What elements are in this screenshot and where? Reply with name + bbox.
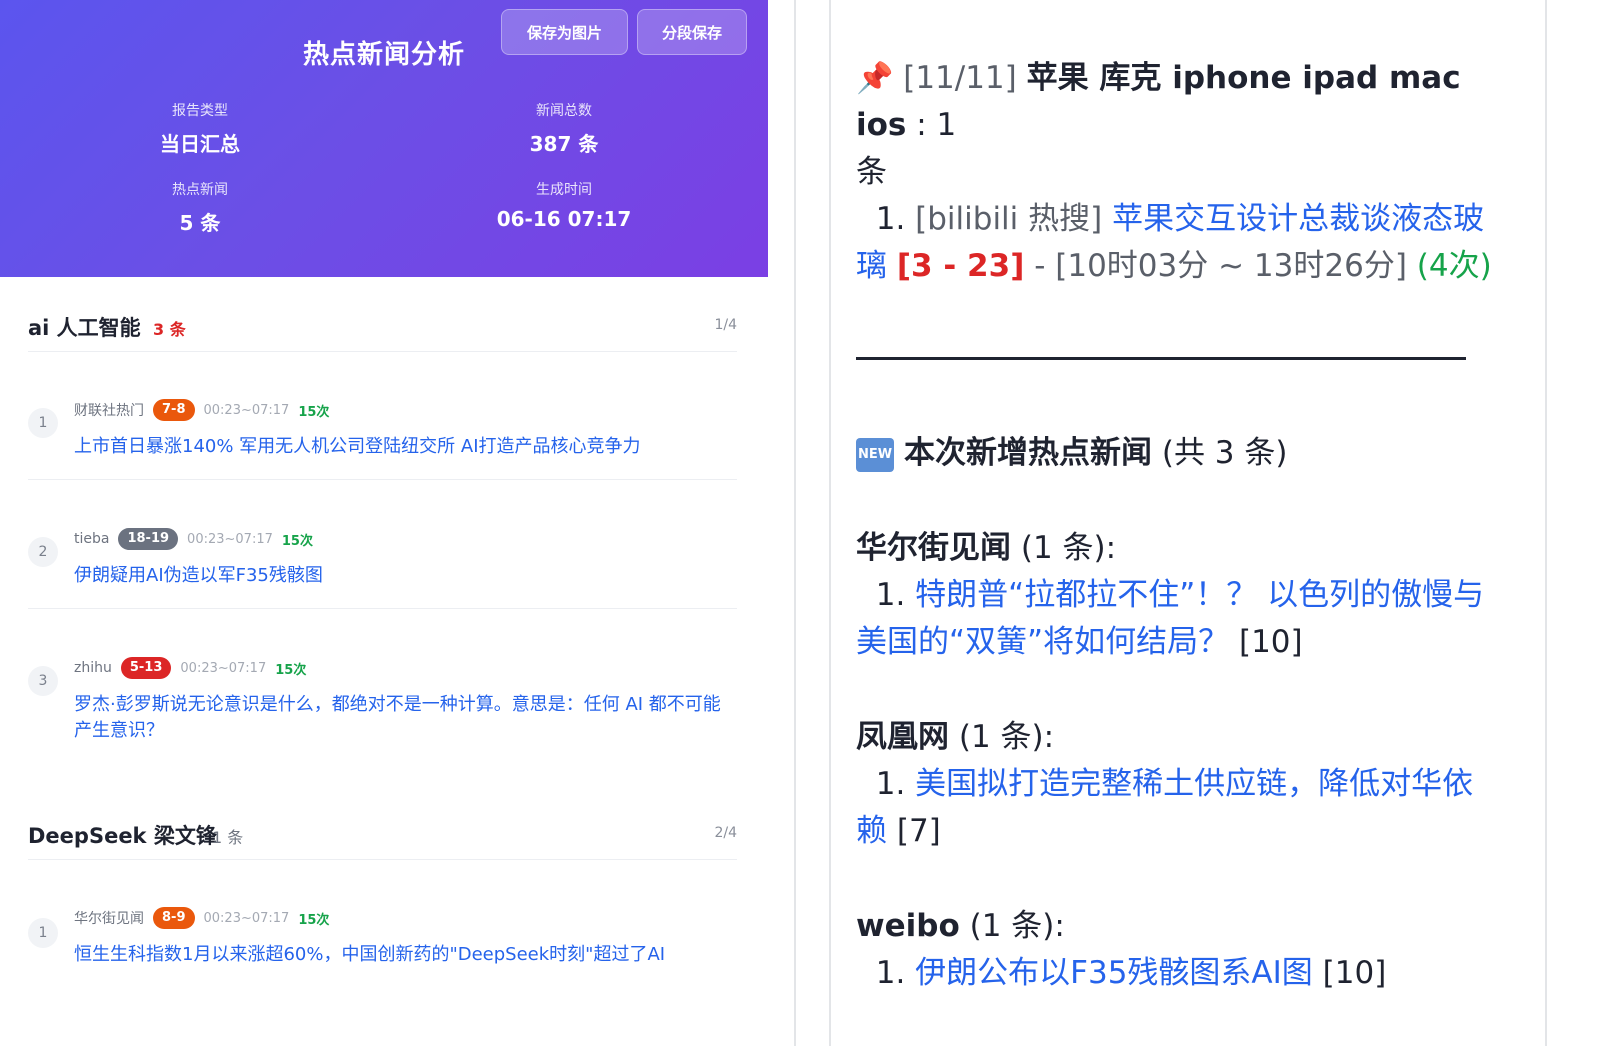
entry-number: 1. bbox=[875, 201, 906, 237]
appear-count: 15次 bbox=[281, 533, 313, 549]
entry-number: 1. bbox=[875, 955, 906, 991]
keyword-index: [11/11] bbox=[903, 60, 1017, 96]
news-source: zhihu bbox=[74, 660, 112, 676]
stat-report-type: 报告类型 当日汇总 bbox=[100, 100, 300, 157]
group-count: 3 条 bbox=[153, 320, 186, 339]
news-source: tieba bbox=[74, 531, 110, 547]
keyword-count: : 1 bbox=[906, 107, 957, 143]
entry-number: 1. bbox=[875, 577, 906, 613]
time-range: 00:23~07:17 bbox=[187, 531, 273, 547]
source-name: 凤凰网 bbox=[856, 719, 949, 755]
new-icon: NEW bbox=[856, 437, 894, 472]
rank-range-badge: 7-8 bbox=[153, 399, 195, 421]
appear-count: 15次 bbox=[298, 404, 330, 420]
news-meta: zhihu 5-13 00:23~07:17 15次 bbox=[74, 656, 306, 680]
source-count: (1 条): bbox=[1020, 530, 1117, 566]
stat-label: 热点新闻 bbox=[172, 182, 228, 198]
news-item[interactable]: 2 tieba 18-19 00:23~07:17 15次 伊朗疑用AI伪造以军… bbox=[28, 527, 737, 609]
save-segments-button[interactable]: 分段保存 bbox=[637, 9, 747, 55]
entry-source: [bilibili 热搜] bbox=[915, 201, 1103, 237]
news-source: 华尔街见闻 bbox=[74, 911, 144, 927]
stat-label: 新闻总数 bbox=[536, 103, 592, 119]
entry-number: 1. bbox=[875, 766, 906, 802]
source-block: weibo (1 条): 1. 伊朗公布以F35残骸图系AI图 [10] bbox=[856, 903, 1496, 997]
panel-divider bbox=[794, 0, 796, 1046]
group-page: 2/4 bbox=[714, 825, 737, 841]
stat-value: 387 条 bbox=[529, 132, 599, 156]
panel-divider bbox=[829, 0, 831, 1046]
source-block: 华尔街见闻 (1 条): 1. 特朗普“拉都拉不住”！？ 以色列的傲慢与 美国的… bbox=[856, 525, 1496, 666]
report-header: 热点新闻分析 保存为图片 分段保存 报告类型 当日汇总 新闻总数 387 条 热… bbox=[0, 0, 768, 277]
entry-time: [10时03分 ~ 13时26分] bbox=[1055, 248, 1407, 284]
source-count: (1 条): bbox=[969, 908, 1065, 944]
source-title-link[interactable]: 特朗普“拉都拉不住”！？ 以色列的傲慢与 bbox=[915, 577, 1484, 613]
rank-badge: 1 bbox=[28, 918, 58, 948]
entry-title-link[interactable]: 苹果交互设计总裁谈液态玻 bbox=[1112, 201, 1484, 237]
stat-label: 生成时间 bbox=[536, 182, 592, 198]
news-source: 财联社热门 bbox=[74, 403, 144, 419]
rank-badge: 2 bbox=[28, 537, 58, 567]
rank-badge: 1 bbox=[28, 408, 58, 438]
keyword-heading: 📌 [11/11] 苹果 库克 iphone ipad mac ios : 1 … bbox=[856, 55, 1496, 196]
appear-count: 15次 bbox=[298, 912, 330, 928]
source-name: 华尔街见闻 bbox=[856, 530, 1011, 566]
source-rank: [10] bbox=[1238, 624, 1303, 660]
stat-label: 报告类型 bbox=[172, 103, 228, 119]
source-title-link-continued[interactable]: 美国的“双簧”将如何结局？ bbox=[856, 624, 1229, 660]
entry-count: (4次) bbox=[1416, 248, 1492, 284]
source-rank: [10] bbox=[1322, 955, 1387, 991]
time-range: 00:23~07:17 bbox=[180, 660, 267, 676]
entry-rank: [3 - 23] bbox=[896, 248, 1025, 284]
report-panel: 热点新闻分析 保存为图片 分段保存 报告类型 当日汇总 新闻总数 387 条 热… bbox=[0, 0, 768, 1046]
news-meta: 财联社热门 7-8 00:23~07:17 15次 bbox=[74, 398, 329, 422]
source-name: weibo bbox=[856, 908, 960, 944]
new-hot-heading: NEW 本次新增热点新闻 (共 3 条) bbox=[856, 430, 1496, 477]
entry-dash: - bbox=[1034, 248, 1046, 284]
group-count: 1 条 bbox=[212, 828, 244, 847]
stat-value: 06-16 07:17 bbox=[496, 207, 632, 231]
group-header-ai: ai 人工智能 3 条 1/4 bbox=[28, 300, 737, 352]
news-item[interactable]: 1 财联社热门 7-8 00:23~07:17 15次 上市首日暴涨140% 军… bbox=[28, 398, 737, 480]
stat-value: 当日汇总 bbox=[160, 132, 240, 156]
keyword-unit: 条 bbox=[856, 154, 887, 190]
appear-count: 15次 bbox=[275, 662, 307, 678]
message-panel: 📌 [11/11] 苹果 库克 iphone ipad mac ios : 1 … bbox=[856, 0, 1536, 1046]
rank-range-badge: 18-19 bbox=[118, 528, 179, 550]
horizontal-rule bbox=[856, 357, 1466, 360]
new-hot-title: 本次新增热点新闻 bbox=[904, 435, 1152, 471]
source-title-link-continued[interactable]: 赖 bbox=[856, 813, 887, 849]
entry-title-link-continued[interactable]: 璃 bbox=[856, 248, 887, 284]
news-meta: tieba 18-19 00:23~07:17 15次 bbox=[74, 527, 313, 551]
source-count: (1 条): bbox=[958, 719, 1055, 755]
time-range: 00:23~07:17 bbox=[203, 910, 290, 926]
rank-range-badge: 8-9 bbox=[153, 907, 195, 929]
save-as-image-button[interactable]: 保存为图片 bbox=[501, 9, 628, 55]
time-range: 00:23~07:17 bbox=[203, 402, 290, 418]
source-rank: [7] bbox=[896, 813, 941, 849]
source-title-link[interactable]: 伊朗公布以F35残骸图系AI图 bbox=[915, 955, 1313, 991]
stat-hot-news: 热点新闻 5 条 bbox=[100, 179, 300, 236]
group-name: ai 人工智能 bbox=[28, 316, 141, 340]
news-title-link[interactable]: 伊朗疑用AI伪造以军F35残骸图 bbox=[74, 563, 734, 589]
source-block: 凤凰网 (1 条): 1. 美国拟打造完整稀土供应链，降低对华依 赖 [7] bbox=[856, 714, 1496, 855]
keyword-entry: 1. [bilibili 热搜] 苹果交互设计总裁谈液态玻 璃 [3 - 23]… bbox=[856, 196, 1496, 290]
news-title-link[interactable]: 罗杰·彭罗斯说无论意识是什么，都绝对不是一种计算。意思是：任何 AI 都不可能产… bbox=[74, 692, 734, 744]
stat-generated-time: 生成时间 06-16 07:17 bbox=[464, 179, 664, 231]
group-page: 1/4 bbox=[714, 317, 737, 333]
news-title-link[interactable]: 上市首日暴涨140% 军用无人机公司登陆纽交所 AI打造产品核心竞争力 bbox=[74, 434, 734, 460]
stat-value: 5 条 bbox=[179, 211, 221, 235]
panel-divider bbox=[1545, 0, 1547, 1046]
news-title-link[interactable]: 恒生生科指数1月以来涨超60%，中国创新药的"DeepSeek时刻"超过了AI bbox=[74, 942, 734, 968]
rank-badge: 3 bbox=[28, 666, 58, 696]
news-item[interactable]: 3 zhihu 5-13 00:23~07:17 15次 罗杰·彭罗斯说无论意识… bbox=[28, 656, 737, 766]
pushpin-icon: 📌 bbox=[856, 61, 894, 96]
source-title-link[interactable]: 美国拟打造完整稀土供应链，降低对华依 bbox=[915, 766, 1473, 802]
rank-range-badge: 5-13 bbox=[120, 657, 172, 679]
new-hot-total: (共 3 条) bbox=[1161, 435, 1288, 471]
news-item[interactable]: 1 华尔街见闻 8-9 00:23~07:17 15次 恒生生科指数1月以来涨超… bbox=[28, 906, 737, 988]
group-name: DeepSeek 梁文锋 bbox=[28, 824, 217, 848]
news-meta: 华尔街见闻 8-9 00:23~07:17 15次 bbox=[74, 906, 329, 930]
stat-news-total: 新闻总数 387 条 bbox=[464, 100, 664, 157]
group-header-deepseek: DeepSeek 梁文锋 1 条 2/4 bbox=[28, 808, 737, 860]
